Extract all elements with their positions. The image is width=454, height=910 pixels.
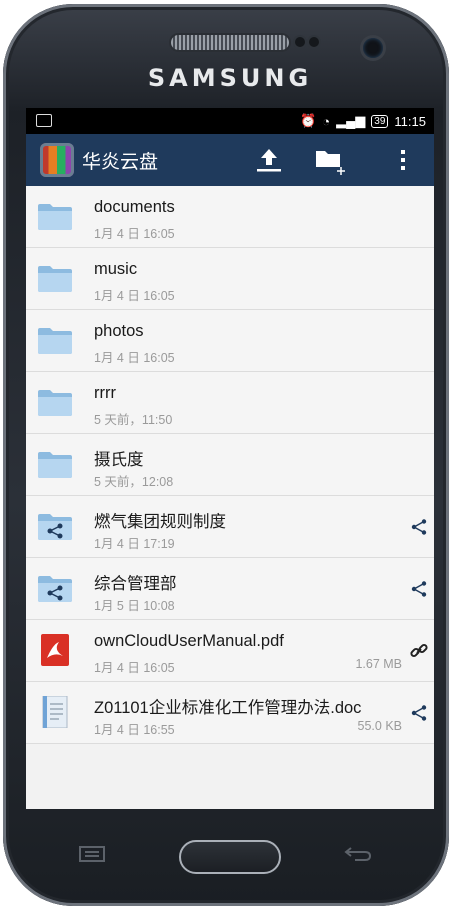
app-logo-icon[interactable]	[40, 143, 74, 177]
light-sensor	[309, 37, 319, 47]
file-name: photos	[94, 322, 144, 340]
file-name: 摄氏度	[94, 451, 144, 469]
status-time: 11:15	[394, 113, 426, 129]
file-size: 1.67 MB	[355, 657, 402, 671]
battery-icon: 39	[371, 114, 389, 128]
share-icon[interactable]	[410, 580, 428, 598]
new-folder-button[interactable]	[306, 134, 356, 186]
file-name: music	[94, 260, 138, 278]
share-icon[interactable]	[410, 518, 428, 536]
app-bar: 华炎云盘	[26, 134, 434, 186]
file-name: documents	[94, 198, 175, 216]
upload-icon	[257, 149, 281, 172]
upload-button[interactable]	[244, 134, 294, 186]
overflow-menu-icon	[401, 150, 405, 170]
file-list-item[interactable]: 燃气集团规则制度 1月 4 日 17:19	[26, 496, 434, 558]
back-hardware-button[interactable]	[343, 844, 373, 869]
signal-icon: ▂▄▆	[336, 113, 366, 128]
folder-icon	[37, 262, 73, 294]
folder-icon	[37, 448, 73, 480]
shared-folder-icon	[37, 572, 73, 604]
file-list-item[interactable]: 摄氏度 5 天前，12:08	[26, 434, 434, 496]
file-list-item[interactable]: 综合管理部 1月 5 日 10:08	[26, 558, 434, 620]
new-folder-icon	[316, 151, 345, 175]
file-list-item[interactable]: documents 1月 4 日 16:05	[26, 186, 434, 248]
screen: ⏰ ◔ ▂▄▆ 39 11:15 华炎云盘 documents 1月 4 日 1…	[26, 108, 434, 809]
file-date: 1月 4 日 16:05	[94, 351, 175, 365]
pdf-file-icon	[37, 634, 73, 666]
overflow-menu-button[interactable]	[378, 134, 428, 186]
status-bar: ⏰ ◔ ▂▄▆ 39 11:15	[26, 108, 434, 134]
folder-icon	[37, 386, 73, 418]
file-date: 5 天前，12:08	[94, 475, 174, 489]
alarm-icon: ⏰	[300, 113, 317, 128]
file-date: 1月 4 日 16:05	[94, 227, 175, 241]
folder-icon	[37, 200, 73, 232]
phone-frame: SAMSUNG ⏰ ◔ ▂▄▆ 39 11:15 华炎云盘 documents …	[3, 4, 449, 906]
doc-file-icon	[37, 695, 73, 729]
share-icon[interactable]	[410, 704, 428, 722]
file-date: 1月 4 日 16:05	[94, 661, 175, 675]
link-icon[interactable]	[410, 642, 428, 660]
brand-logo: SAMSUNG	[147, 64, 313, 92]
folder-icon	[37, 324, 73, 356]
file-list-item[interactable]: Z01101企业标准化工作管理办法.doc 1月 4 日 16:55 55.0 KB	[26, 682, 434, 744]
home-hardware-button[interactable]	[179, 840, 281, 874]
menu-hardware-button[interactable]	[77, 844, 107, 869]
file-date: 1月 5 日 10:08	[94, 599, 175, 613]
back-icon	[344, 847, 372, 861]
file-list-item[interactable]: photos 1月 4 日 16:05	[26, 310, 434, 372]
front-camera	[363, 38, 383, 58]
file-date: 1月 4 日 17:19	[94, 537, 175, 551]
file-list: documents 1月 4 日 16:05 music 1月 4 日 16:05 ph…	[26, 186, 434, 744]
file-date: 5 天前，11:50	[94, 413, 173, 427]
shared-folder-icon	[37, 510, 73, 542]
file-name: 综合管理部	[94, 575, 177, 593]
file-date: 1月 4 日 16:55	[94, 723, 175, 737]
file-size: 55.0 KB	[357, 719, 402, 733]
file-name: rrrr	[94, 384, 116, 402]
wifi-icon: ◔	[322, 113, 331, 129]
file-list-item[interactable]: rrrr 5 天前，11:50	[26, 372, 434, 434]
file-name: 燃气集团规则制度	[94, 513, 226, 531]
file-name: Z01101企业标准化工作管理办法.doc	[94, 699, 362, 717]
app-title: 华炎云盘	[82, 151, 159, 173]
file-list-item[interactable]: music 1月 4 日 16:05	[26, 248, 434, 310]
menu-icon	[79, 846, 105, 862]
file-date: 1月 4 日 16:05	[94, 289, 175, 303]
proximity-sensor	[295, 37, 305, 47]
file-name: ownCloudUserManual.pdf	[94, 632, 284, 650]
earpiece-speaker	[171, 35, 289, 50]
gallery-notification-icon	[36, 114, 52, 127]
file-list-item[interactable]: ownCloudUserManual.pdf 1月 4 日 16:05 1.67 M…	[26, 620, 434, 682]
